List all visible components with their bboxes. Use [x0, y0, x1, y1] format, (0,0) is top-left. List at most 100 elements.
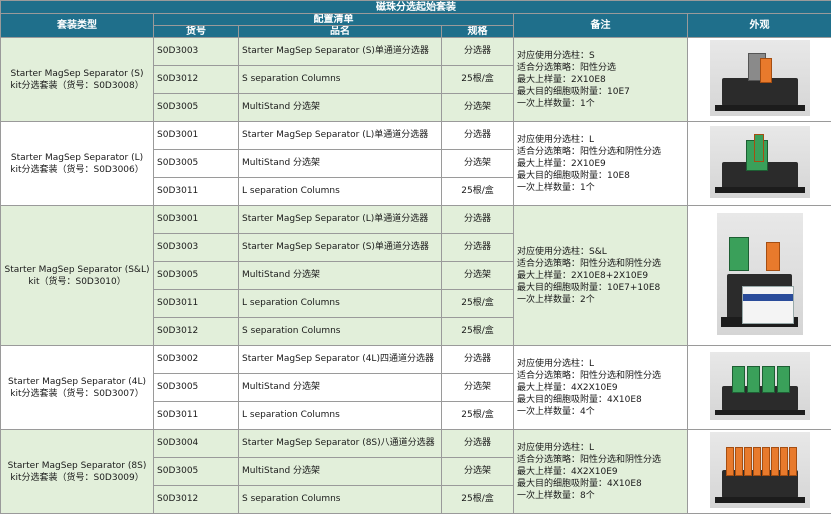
remark-line: 最大上样量：2X10E9: [517, 158, 606, 169]
channel-shape: [788, 446, 797, 477]
stand-base-shape: [714, 496, 805, 503]
item-spec: 分选架: [441, 373, 514, 402]
remark-line: 最大目的细胞吸附量：10E7+10E8: [517, 282, 661, 293]
item-spec: 分选器: [441, 345, 514, 374]
remark-line: 一次上样数量：8个: [517, 490, 595, 501]
kit-remark: 对应使用分选柱：L 适合分选策略：阳性分选和阴性分选 最大上样量：2X10E9 最大目…: [513, 121, 688, 206]
item-name: Starter MagSep Separator (L)单通道分选器: [238, 121, 442, 150]
remark-line: 一次上样数量：2个: [517, 294, 595, 305]
item-code: S0D3001: [153, 205, 239, 234]
item-name: MultiStand 分选架: [238, 373, 442, 402]
item-name: S separation Columns: [238, 485, 442, 514]
item-spec: 分选架: [441, 149, 514, 178]
item-spec: 25根/盒: [441, 65, 514, 94]
kit-name: Starter MagSep Separator (S&L) kit（货号：S0…: [0, 205, 154, 346]
kit-appearance: [687, 121, 831, 206]
item-code: S0D3011: [153, 177, 239, 206]
column-shape: [759, 57, 772, 83]
item-code: S0D3003: [153, 233, 239, 262]
header-appearance: 外观: [687, 13, 831, 38]
item-name: MultiStand 分选架: [238, 93, 442, 122]
item-spec: 25根/盒: [441, 177, 514, 206]
item-spec: 分选器: [441, 233, 514, 262]
item-spec: 分选架: [441, 93, 514, 122]
remark-line: 一次上样数量：4个: [517, 406, 595, 417]
remark-line: 最大上样量：2X10E8: [517, 74, 606, 85]
table-row: Starter MagSep Separator (S&L) kit（货号：S0…: [0, 205, 831, 346]
item-code: S0D3011: [153, 289, 239, 318]
item-spec: 分选器: [441, 205, 514, 234]
table-row: Starter MagSep Separator (4L) kit分选套装（货号…: [0, 345, 831, 430]
kit-appearance: [687, 345, 831, 430]
item-code: S0D3005: [153, 457, 239, 486]
remark-line: 最大上样量：2X10E8+2X10E9: [517, 270, 649, 281]
column-box-shape: [742, 285, 795, 325]
header-code: 货号: [153, 25, 239, 38]
product-photo: [709, 39, 810, 116]
item-spec: 分选器: [441, 429, 514, 458]
channel-shape: [779, 446, 788, 477]
item-code: S0D3005: [153, 373, 239, 402]
item-name: Starter MagSep Separator (8S)八通道分选器: [238, 429, 442, 458]
kit-appearance: [687, 429, 831, 514]
item-name: Starter MagSep Separator (L)单通道分选器: [238, 205, 442, 234]
remark-line: 对应使用分选柱：S: [517, 50, 595, 61]
item-spec: 25根/盒: [441, 401, 514, 430]
item-name: MultiStand 分选架: [238, 149, 442, 178]
channel-shape: [761, 366, 775, 393]
item-name: S separation Columns: [238, 65, 442, 94]
remark-line: 最大上样量：4X2X10E9: [517, 382, 618, 393]
remark-line: 适合分选策略：阳性分选和阴性分选: [517, 258, 662, 269]
channel-shape: [770, 446, 779, 477]
remark-line: 最大目的细胞吸附量：10E7: [517, 86, 630, 97]
item-name: MultiStand 分选架: [238, 261, 442, 290]
stand-base-shape: [714, 187, 805, 194]
remark-line: 一次上样数量：1个: [517, 182, 595, 193]
header-name: 品名: [238, 25, 442, 38]
remark-line: 对应使用分选柱：L: [517, 358, 595, 369]
item-name: Starter MagSep Separator (4L)四通道分选器: [238, 345, 442, 374]
item-code: S0D3005: [153, 149, 239, 178]
item-code: S0D3012: [153, 485, 239, 514]
item-spec: 25根/盒: [441, 485, 514, 514]
product-photo: [716, 212, 803, 335]
remark-line: 对应使用分选柱：L: [517, 134, 595, 145]
remark-line: 对应使用分选柱：L: [517, 442, 595, 453]
item-name: L separation Columns: [238, 177, 442, 206]
kit-name: Starter MagSep Separator (4L) kit分选套装（货号…: [0, 345, 154, 430]
remark-line: 适合分选策略：阳性分选和阴性分选: [517, 370, 662, 381]
channel-shape: [752, 446, 761, 477]
kit-table: 磁珠分选起始套装 套装类型 配置清单 备注 外观 货号 品名 规格 Starte…: [0, 0, 831, 514]
channel-shape: [746, 366, 760, 393]
kit-appearance: [687, 37, 831, 122]
item-code: S0D3002: [153, 345, 239, 374]
channel-shape: [776, 366, 790, 393]
item-spec: 25根/盒: [441, 317, 514, 346]
channel-shape: [734, 446, 743, 477]
remark-line: 最大目的细胞吸附量：4X10E8: [517, 394, 642, 405]
separator-shape: [728, 236, 750, 271]
remark-line: 一次上样数量：1个: [517, 98, 595, 109]
item-name: MultiStand 分选架: [238, 457, 442, 486]
remark-line: 适合分选策略：阳性分选和阴性分选: [517, 454, 662, 465]
kit-remark: 对应使用分选柱：L 适合分选策略：阳性分选和阴性分选 最大上样量：4X2X10E9 最…: [513, 429, 688, 514]
item-code: S0D3012: [153, 65, 239, 94]
table-row: Starter MagSep Separator (S) kit分选套装（货号：…: [0, 37, 831, 122]
item-code: S0D3004: [153, 429, 239, 458]
table-row: Starter MagSep Separator (8S) kit分选套装（货号…: [0, 429, 831, 514]
remark-line: 最大目的细胞吸附量：10E8: [517, 170, 630, 181]
item-code: S0D3001: [153, 121, 239, 150]
item-code: S0D3005: [153, 261, 239, 290]
item-code: S0D3011: [153, 401, 239, 430]
item-name: Starter MagSep Separator (S)单通道分选器: [238, 233, 442, 262]
kit-remark: 对应使用分选柱：S&L 适合分选策略：阳性分选和阴性分选 最大上样量：2X10E8+…: [513, 205, 688, 346]
remark-line: 最大上样量：4X2X10E9: [517, 466, 618, 477]
column-shape: [766, 241, 781, 271]
column-shape: [753, 134, 764, 163]
item-code: S0D3012: [153, 317, 239, 346]
kit-name: Starter MagSep Separator (8S) kit分选套装（货号…: [0, 429, 154, 514]
remark-line: 适合分选策略：阳性分选和阴性分选: [517, 146, 662, 157]
product-photo: [709, 125, 810, 198]
remark-line: 最大目的细胞吸附量：4X10E8: [517, 478, 642, 489]
channel-shape: [761, 446, 770, 477]
